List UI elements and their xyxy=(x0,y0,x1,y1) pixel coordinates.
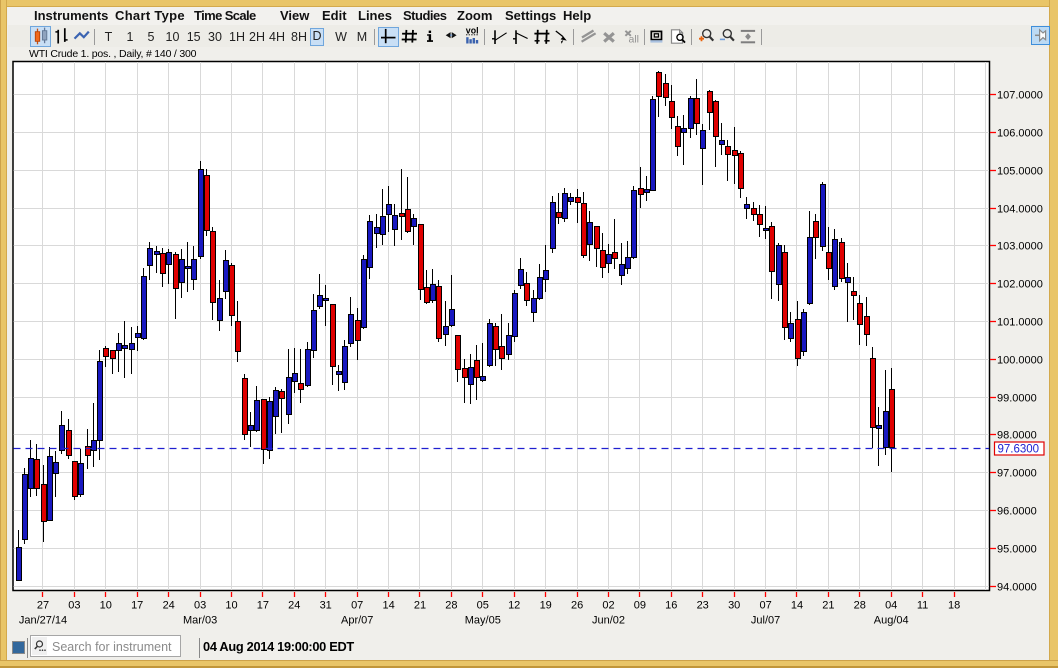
svg-text:24: 24 xyxy=(163,600,175,612)
svg-text:Apr/07: Apr/07 xyxy=(341,615,373,627)
svg-text:17: 17 xyxy=(257,600,269,612)
svg-text:107.0000: 107.0000 xyxy=(997,90,1043,102)
svg-text:97.0000: 97.0000 xyxy=(997,468,1037,480)
svg-text:100.0000: 100.0000 xyxy=(997,355,1043,367)
svg-text:Jun/02: Jun/02 xyxy=(592,615,625,627)
svg-text:07: 07 xyxy=(759,600,771,612)
svg-text:96.0000: 96.0000 xyxy=(997,506,1037,518)
svg-text:14: 14 xyxy=(382,600,394,612)
svg-text:10: 10 xyxy=(225,600,237,612)
svg-text:26: 26 xyxy=(571,600,583,612)
svg-text:Aug/04: Aug/04 xyxy=(874,615,909,627)
svg-text:Jul/07: Jul/07 xyxy=(751,615,780,627)
svg-text:98.0000: 98.0000 xyxy=(997,430,1037,442)
svg-text:23: 23 xyxy=(697,600,709,612)
svg-text:18: 18 xyxy=(948,600,960,612)
svg-text:10: 10 xyxy=(100,600,112,612)
svg-text:09: 09 xyxy=(634,600,646,612)
svg-text:16: 16 xyxy=(665,600,677,612)
svg-text:02: 02 xyxy=(602,600,614,612)
svg-text:12: 12 xyxy=(508,600,520,612)
svg-text:102.0000: 102.0000 xyxy=(997,279,1043,291)
svg-text:14: 14 xyxy=(791,600,803,612)
svg-text:19: 19 xyxy=(540,600,552,612)
svg-text:21: 21 xyxy=(822,600,834,612)
svg-text:04: 04 xyxy=(885,600,897,612)
svg-text:97.6300: 97.6300 xyxy=(998,444,1040,456)
svg-text:05: 05 xyxy=(477,600,489,612)
svg-text:24: 24 xyxy=(288,600,300,612)
svg-text:May/05: May/05 xyxy=(465,615,501,627)
svg-text:106.0000: 106.0000 xyxy=(997,128,1043,140)
svg-text:31: 31 xyxy=(320,600,332,612)
svg-text:94.0000: 94.0000 xyxy=(997,582,1037,594)
svg-text:95.0000: 95.0000 xyxy=(997,544,1037,556)
svg-text:27: 27 xyxy=(37,600,49,612)
svg-text:30: 30 xyxy=(728,600,740,612)
svg-text:11: 11 xyxy=(917,600,928,612)
svg-text:03: 03 xyxy=(68,600,80,612)
svg-text:28: 28 xyxy=(445,600,457,612)
svg-text:Mar/03: Mar/03 xyxy=(183,615,217,627)
svg-text:28: 28 xyxy=(854,600,866,612)
svg-text:101.0000: 101.0000 xyxy=(997,317,1043,329)
svg-text:105.0000: 105.0000 xyxy=(997,166,1043,178)
svg-text:103.0000: 103.0000 xyxy=(997,241,1043,253)
svg-text:21: 21 xyxy=(414,600,426,612)
svg-text:99.0000: 99.0000 xyxy=(997,393,1037,405)
svg-text:07: 07 xyxy=(351,600,363,612)
svg-text:17: 17 xyxy=(131,600,143,612)
svg-text:104.0000: 104.0000 xyxy=(997,204,1043,216)
svg-text:03: 03 xyxy=(194,600,206,612)
svg-text:Jan/27/14: Jan/27/14 xyxy=(19,615,67,627)
